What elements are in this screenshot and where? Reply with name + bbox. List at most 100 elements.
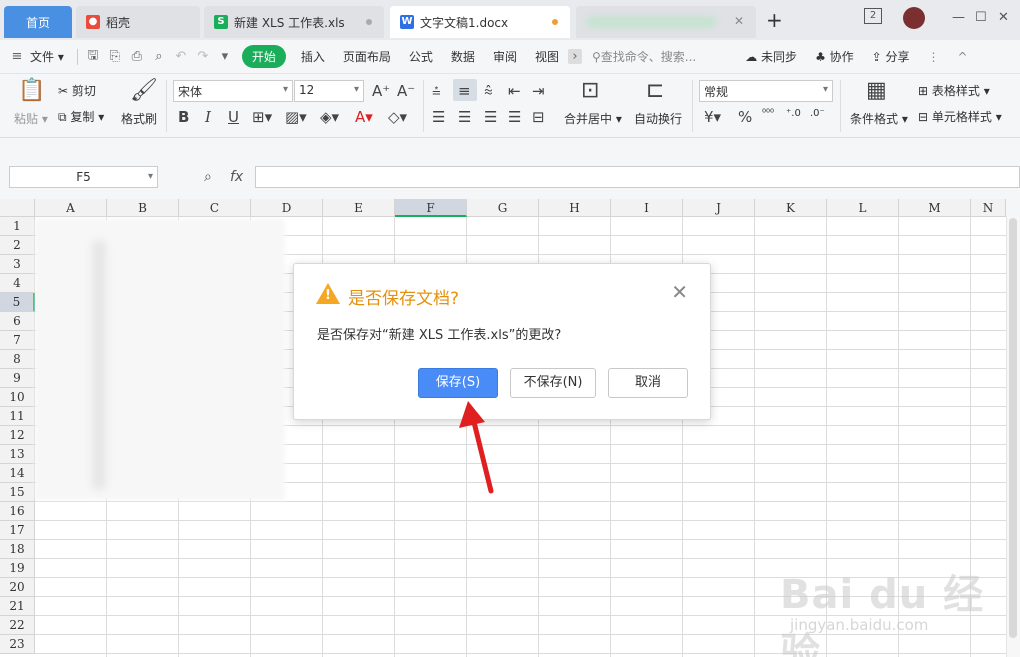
chevron-right-icon[interactable]: ›: [567, 49, 582, 64]
tab-doc[interactable]: W 文字文稿1.docx: [390, 6, 570, 38]
column-header[interactable]: D: [251, 199, 323, 217]
tab-xls[interactable]: S 新建 XLS 工作表.xls: [204, 6, 384, 38]
column-header[interactable]: H: [539, 199, 611, 217]
column-header[interactable]: B: [107, 199, 179, 217]
brush-icon[interactable]: 🖌: [130, 78, 158, 103]
column-header[interactable]: J: [683, 199, 755, 217]
row-header[interactable]: 14: [0, 464, 35, 483]
menu-start[interactable]: 开始: [241, 45, 286, 68]
align-center-icon[interactable]: ☰: [458, 108, 471, 126]
menu-layout[interactable]: 页面布局: [334, 48, 400, 65]
font-name-select[interactable]: 宋体: [173, 80, 293, 102]
decrease-font-icon[interactable]: A⁻: [397, 82, 415, 100]
close-icon[interactable]: ✕: [671, 282, 688, 302]
table-style-button[interactable]: ⊞ 表格样式 ▾: [918, 82, 990, 99]
row-header[interactable]: 12: [0, 426, 35, 445]
cut-button[interactable]: ✂ 剪切: [58, 82, 96, 99]
indent-decrease-icon[interactable]: ⇤: [508, 82, 521, 100]
tab-blurred[interactable]: ✕: [576, 6, 756, 38]
zoom-icon[interactable]: ⌕: [204, 169, 212, 185]
row-header[interactable]: 22: [0, 616, 35, 635]
undo-icon[interactable]: ↶: [170, 49, 192, 64]
distribute-icon[interactable]: ⊟: [532, 108, 545, 126]
column-header[interactable]: N: [971, 199, 1006, 217]
search-command[interactable]: ⚲ 查找命令、搜索...: [592, 48, 696, 65]
number-format-select[interactable]: 常规: [699, 80, 833, 102]
fx-icon[interactable]: fx: [230, 169, 243, 185]
wrap-text-button[interactable]: 自动换行: [634, 110, 682, 127]
thousands-icon[interactable]: ⁰⁰⁰: [762, 108, 774, 119]
cell-style-button[interactable]: ⊟ 单元格样式 ▾: [918, 108, 1002, 125]
close-icon[interactable]: ✕: [734, 14, 744, 28]
avatar[interactable]: [903, 7, 925, 29]
export-icon[interactable]: ⎘: [104, 49, 126, 64]
fill-color-icon[interactable]: ◈▾: [320, 108, 339, 126]
row-header[interactable]: 8: [0, 350, 35, 369]
font-size-select[interactable]: 12: [294, 80, 364, 102]
menu-view[interactable]: 视图: [526, 48, 568, 65]
merge-center-button[interactable]: 合并居中 ▾: [564, 110, 622, 127]
hamburger-icon[interactable]: ≡: [6, 49, 28, 64]
row-header[interactable]: 21: [0, 597, 35, 616]
maximize-icon[interactable]: ☐: [975, 10, 987, 25]
column-header[interactable]: G: [467, 199, 539, 217]
print-icon[interactable]: ⎙: [126, 49, 148, 64]
column-header[interactable]: K: [755, 199, 827, 217]
close-window-icon[interactable]: ✕: [998, 10, 1009, 25]
border-icon[interactable]: ⊞▾: [252, 108, 272, 126]
sync-status[interactable]: ☁ 未同步: [736, 48, 806, 65]
share-button[interactable]: ⇪ 分享: [863, 48, 919, 65]
italic-icon[interactable]: I: [205, 108, 211, 126]
justify-icon[interactable]: ☰: [508, 108, 521, 126]
percent-button[interactable]: %: [738, 108, 752, 126]
menu-review[interactable]: 审阅: [484, 48, 526, 65]
column-header[interactable]: L: [827, 199, 899, 217]
row-header[interactable]: 11: [0, 407, 35, 426]
window-count-badge[interactable]: 2: [864, 8, 882, 24]
row-header[interactable]: 15: [0, 483, 35, 502]
row-header[interactable]: 2: [0, 236, 35, 255]
align-bottom-icon[interactable]: ⩯: [484, 82, 493, 100]
redo-icon[interactable]: ↷: [192, 49, 214, 64]
minimize-icon[interactable]: —: [952, 10, 965, 25]
menu-file[interactable]: 文件 ▾: [28, 48, 73, 65]
column-header[interactable]: E: [323, 199, 395, 217]
row-header[interactable]: 9: [0, 369, 35, 388]
formula-input[interactable]: [255, 166, 1020, 188]
merge-icon[interactable]: ⊡: [581, 78, 599, 103]
column-header[interactable]: A: [35, 199, 107, 217]
align-middle-icon[interactable]: ≡: [458, 82, 471, 100]
row-header[interactable]: 18: [0, 540, 35, 559]
select-all-corner[interactable]: [0, 199, 35, 217]
indent-increase-icon[interactable]: ⇥: [532, 82, 545, 100]
row-header[interactable]: 3: [0, 255, 35, 274]
paste-icon[interactable]: 📋: [18, 78, 45, 103]
menu-data[interactable]: 数据: [442, 48, 484, 65]
column-header[interactable]: I: [611, 199, 683, 217]
align-top-icon[interactable]: ⩮: [432, 82, 441, 100]
column-header[interactable]: F: [395, 199, 467, 217]
copy-button[interactable]: ⧉ 复制 ▾: [58, 108, 104, 125]
row-header[interactable]: 13: [0, 445, 35, 464]
currency-icon[interactable]: ¥▾: [704, 108, 721, 126]
row-header[interactable]: 6: [0, 312, 35, 331]
save-button[interactable]: 保存(S): [418, 368, 498, 398]
column-header[interactable]: C: [179, 199, 251, 217]
conditional-format-icon[interactable]: ▦: [866, 78, 887, 103]
row-header[interactable]: 20: [0, 578, 35, 597]
row-header[interactable]: 19: [0, 559, 35, 578]
paste-button[interactable]: 粘贴 ▾: [14, 110, 48, 127]
new-tab-button[interactable]: +: [766, 10, 783, 30]
tab-home[interactable]: 首页: [4, 6, 72, 38]
save-icon[interactable]: 🖫: [82, 46, 104, 68]
menu-formula[interactable]: 公式: [400, 48, 442, 65]
bold-icon[interactable]: B: [178, 108, 189, 126]
fill-style-icon[interactable]: ▨▾: [285, 108, 307, 126]
name-box[interactable]: F5: [9, 166, 158, 188]
row-header[interactable]: 10: [0, 388, 35, 407]
dont-save-button[interactable]: 不保存(N): [510, 368, 596, 398]
cancel-button[interactable]: 取消: [608, 368, 688, 398]
quick-access-more-icon[interactable]: ▾: [214, 49, 236, 64]
increase-font-icon[interactable]: A⁺: [372, 82, 390, 100]
decrease-decimal-icon[interactable]: .0⁻: [810, 108, 825, 119]
